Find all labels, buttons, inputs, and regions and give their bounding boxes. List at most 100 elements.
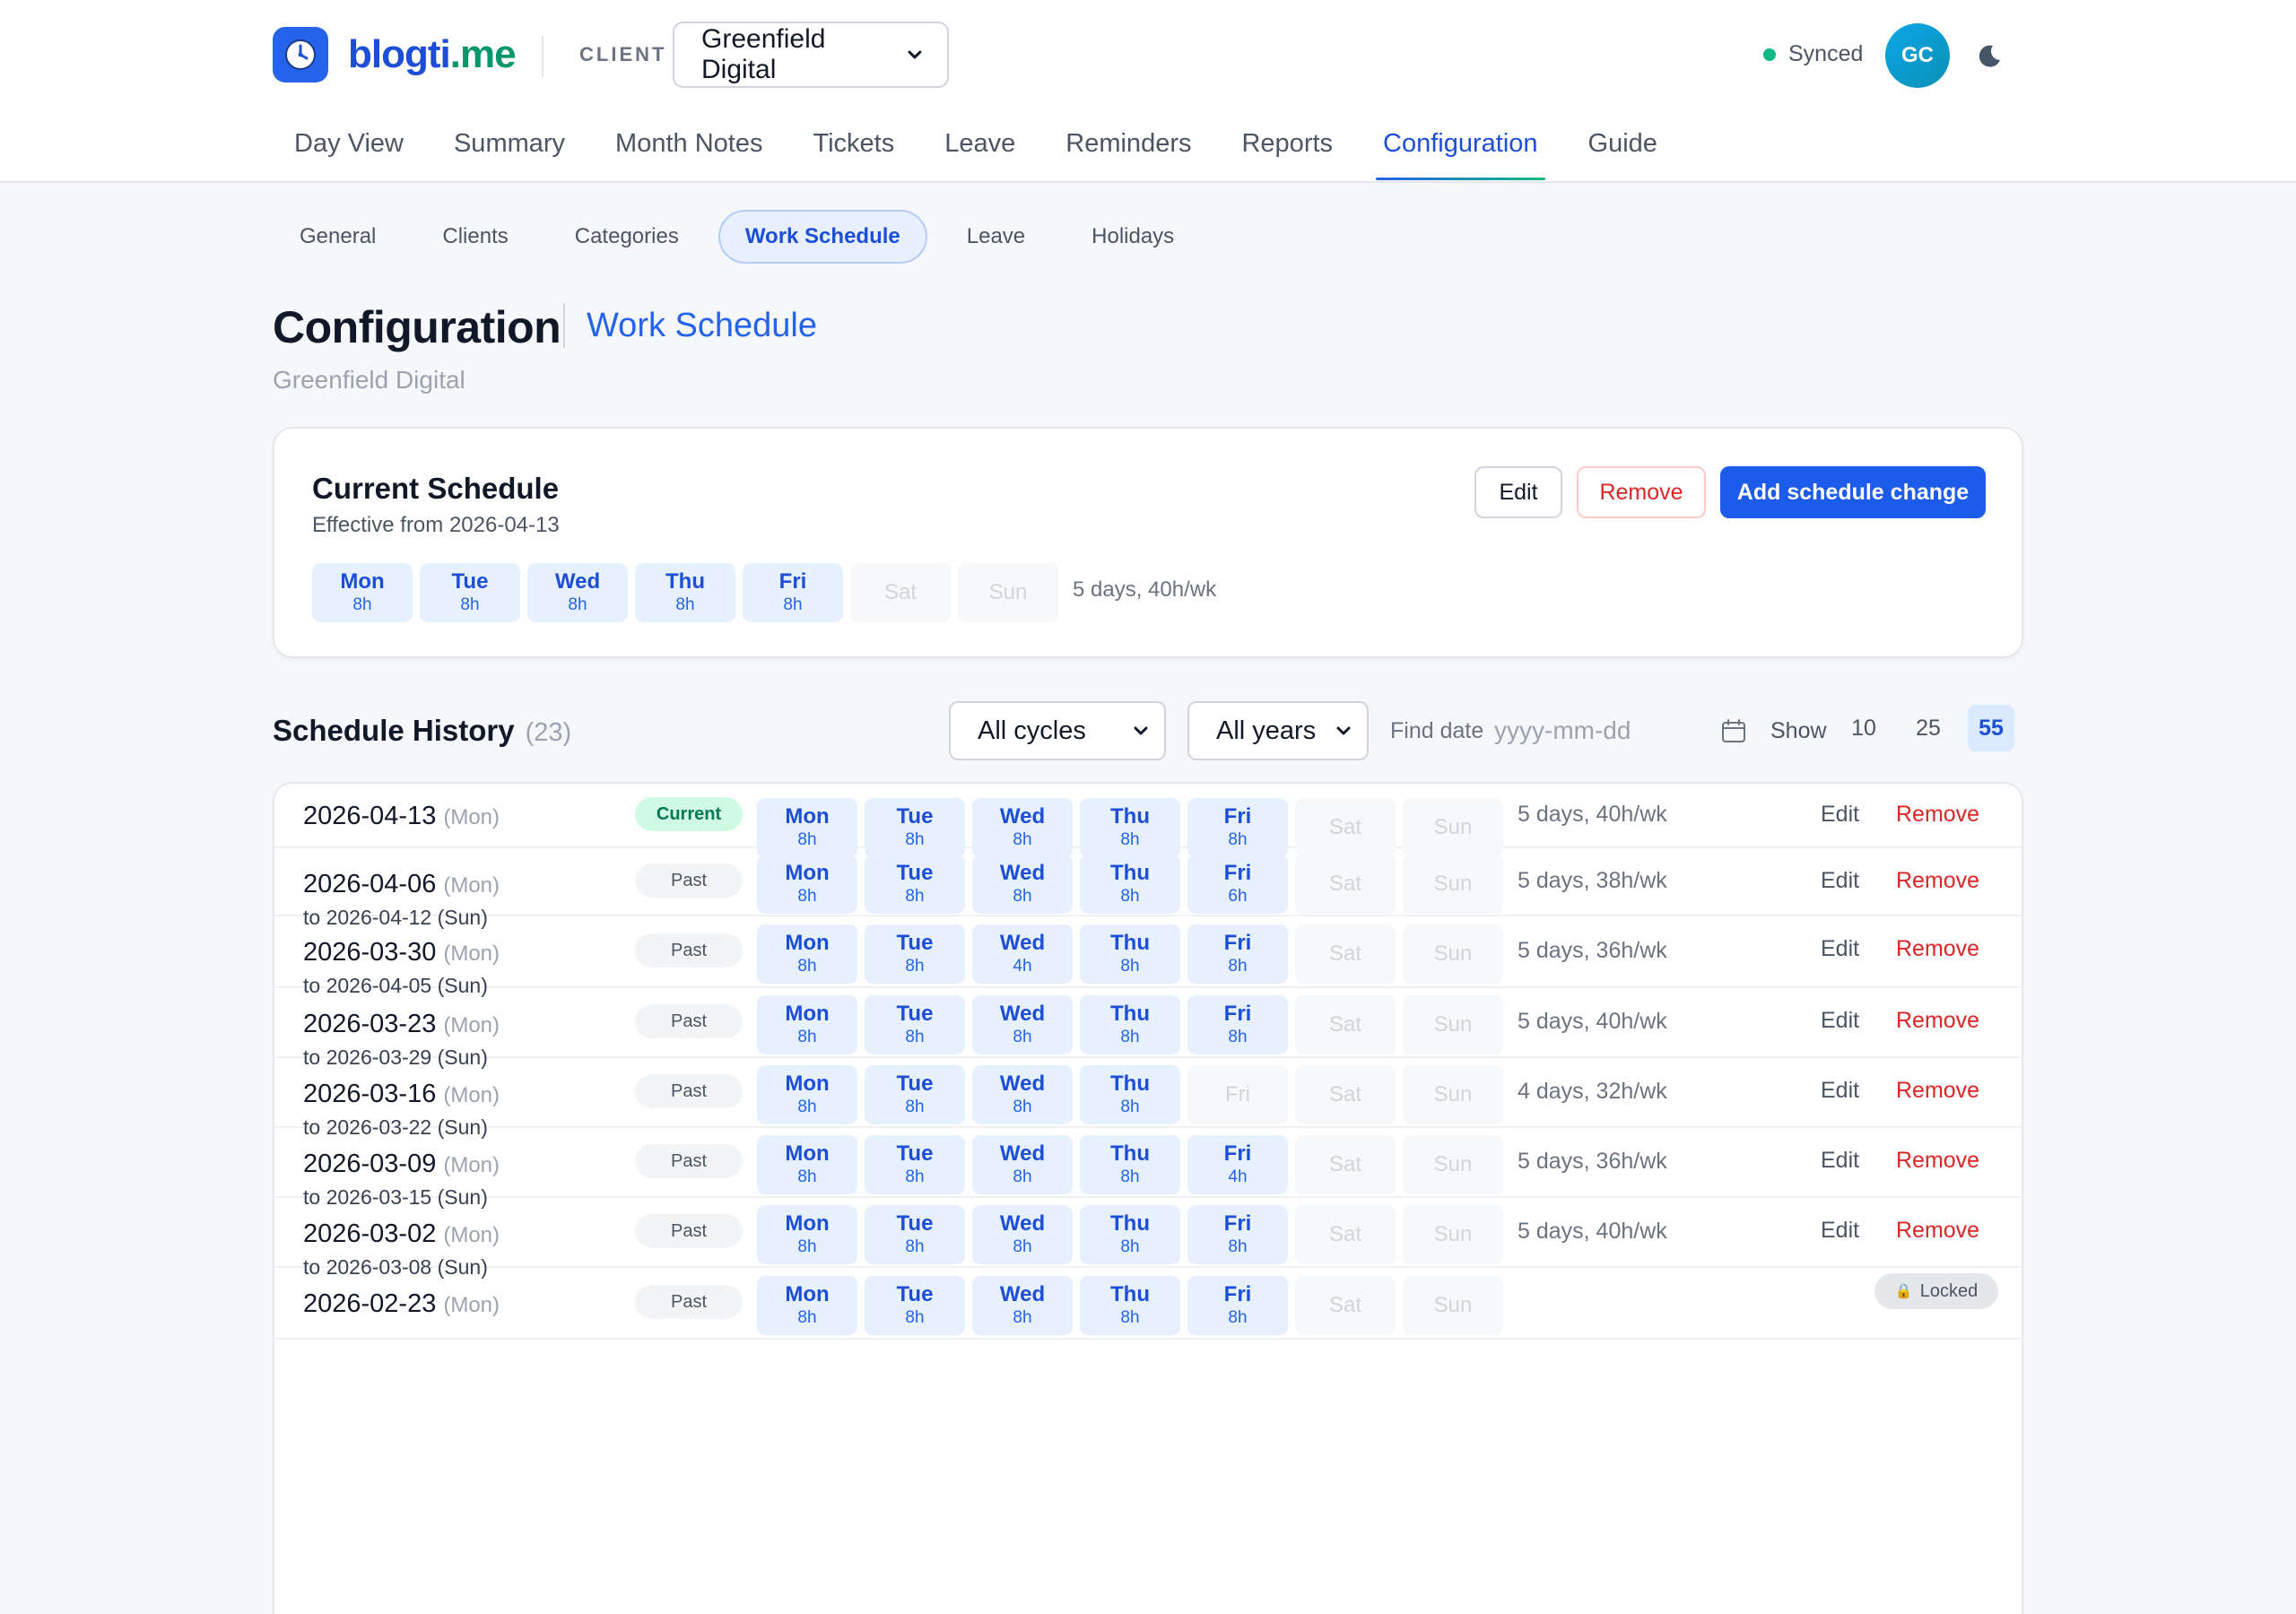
tab-work-schedule[interactable]: Work Schedule	[718, 210, 927, 264]
brand[interactable]: blogti.me	[273, 27, 517, 82]
row-remove-button[interactable]: Remove	[1896, 1078, 1979, 1104]
brand-name-part2: .me	[449, 32, 517, 76]
row-remove-button[interactable]: Remove	[1896, 1148, 1979, 1174]
nav-leave[interactable]: Leave	[923, 120, 1037, 178]
row-days: Mon 8h Tue 8h Wed 8h Thu 8h Fri 6h Sat Sun	[757, 855, 1510, 914]
day-hours: 8h	[797, 1308, 817, 1327]
row-summary: 4 days, 32h/wk	[1518, 1079, 1667, 1104]
start-weekday: (Mon)	[443, 1223, 500, 1247]
day-chip-sun: Sun	[1403, 924, 1503, 984]
day-chip-wed: Wed 4h	[972, 924, 1073, 984]
day-name: Wed	[999, 1072, 1046, 1096]
day-chip-mon: Mon 8h	[312, 563, 413, 622]
tab-clients[interactable]: Clients	[415, 210, 535, 264]
client-select[interactable]: Greenfield Digital	[673, 22, 949, 88]
row-edit-button[interactable]: Edit	[1821, 802, 1859, 828]
calendar-icon[interactable]	[1720, 717, 1747, 744]
day-hours: 8h	[1013, 1237, 1032, 1256]
nav-month-notes[interactable]: Month Notes	[594, 120, 784, 178]
cycles-select[interactable]: All cycles	[949, 701, 1166, 760]
day-name: Wed	[999, 1002, 1046, 1026]
day-hours: 8h	[1228, 1308, 1248, 1327]
day-name: Tue	[896, 1072, 934, 1096]
page-subtitle: Work Schedule	[587, 307, 817, 344]
app-header: blogti.me CLIENT Greenfield Digital Sync…	[0, 0, 2296, 183]
day-name: Tue	[896, 1002, 934, 1026]
status-badge: Past	[635, 1214, 743, 1248]
find-date-input[interactable]: yyyy-mm-dd	[1494, 716, 1631, 745]
row-remove-button[interactable]: Remove	[1896, 1218, 1979, 1244]
day-name: Wed	[999, 861, 1046, 885]
day-chip-thu: Thu 8h	[635, 563, 735, 622]
nav-day-view[interactable]: Day View	[273, 120, 425, 178]
edit-schedule-button[interactable]: Edit	[1474, 466, 1562, 518]
nav-reminders[interactable]: Reminders	[1044, 120, 1213, 178]
tab-leave[interactable]: Leave	[940, 210, 1052, 264]
day-hours: 8h	[797, 1237, 817, 1256]
day-hours: 6h	[1228, 887, 1248, 906]
day-chip-sat: Sat	[1295, 1205, 1396, 1264]
row-edit-button[interactable]: Edit	[1821, 868, 1859, 894]
nav-reports[interactable]: Reports	[1220, 120, 1354, 178]
moon-icon[interactable]	[1975, 41, 2004, 70]
add-schedule-change-button[interactable]: Add schedule change	[1720, 466, 1986, 518]
row-remove-button[interactable]: Remove	[1896, 1008, 1979, 1034]
nav-tickets[interactable]: Tickets	[791, 120, 916, 178]
day-name: Tue	[896, 804, 934, 829]
day-name: Mon	[785, 1282, 830, 1306]
day-chip-mon: Mon 8h	[757, 1205, 857, 1264]
row-remove-button[interactable]: Remove	[1896, 936, 1979, 962]
day-chip-tue: Tue 8h	[865, 1205, 965, 1264]
day-name: Thu	[1110, 1002, 1150, 1026]
page-size-25[interactable]: 25	[1905, 705, 1952, 751]
row-summary: 5 days, 36h/wk	[1518, 938, 1667, 963]
day-chip-wed: Wed 8h	[972, 1205, 1073, 1264]
row-edit-button[interactable]: Edit	[1821, 1008, 1859, 1034]
day-hours: 8h	[460, 595, 480, 614]
day-chip-fri: Fri 8h	[1187, 1276, 1288, 1335]
client-select-value: Greenfield Digital	[701, 24, 826, 84]
row-summary: 5 days, 38h/wk	[1518, 868, 1667, 893]
day-name: Mon	[785, 1141, 830, 1166]
day-chip-thu: Thu 8h	[1080, 924, 1180, 984]
day-chip-thu: Thu 8h	[1080, 1205, 1180, 1264]
day-name: Sat	[1328, 1152, 1362, 1176]
sync-dot-icon	[1763, 48, 1776, 61]
years-select[interactable]: All years	[1187, 701, 1369, 760]
row-edit-button[interactable]: Edit	[1821, 936, 1859, 962]
remove-schedule-button[interactable]: Remove	[1577, 466, 1706, 518]
row-edit-button[interactable]: Edit	[1821, 1148, 1859, 1174]
day-chip-wed: Wed 8h	[972, 1135, 1073, 1194]
row-remove-button[interactable]: Remove	[1896, 802, 1979, 828]
table-row: 2026-03-09 (Mon) to 2026-03-15 (Sun) Past Mo…	[274, 1128, 2022, 1209]
lock-icon: 🔒	[1894, 1284, 1913, 1299]
page-size-55[interactable]: 55	[1968, 705, 2014, 751]
table-row: 2026-03-02 (Mon) to 2026-03-08 (Sun) Past Mo…	[274, 1198, 2022, 1279]
tab-holidays[interactable]: Holidays	[1065, 210, 1201, 264]
day-name: Mon	[785, 1211, 830, 1236]
row-remove-button[interactable]: Remove	[1896, 868, 1979, 894]
row-start-date: 2026-03-02 (Mon)	[303, 1219, 500, 1249]
nav-guide[interactable]: Guide	[1567, 120, 1679, 178]
page-size-10[interactable]: 10	[1840, 705, 1887, 751]
row-edit-button[interactable]: Edit	[1821, 1218, 1859, 1244]
day-hours: 8h	[1228, 1237, 1248, 1256]
day-name: Mon	[785, 931, 830, 955]
day-chip-sat: Sat	[1295, 1135, 1396, 1194]
avatar[interactable]: GC	[1885, 23, 1950, 88]
nav-summary[interactable]: Summary	[432, 120, 587, 178]
day-hours: 8h	[797, 1028, 817, 1046]
locked-badge: 🔒 Locked	[1874, 1273, 1998, 1309]
start-weekday: (Mon)	[443, 1293, 500, 1317]
day-name: Thu	[1110, 804, 1150, 829]
tab-categories[interactable]: Categories	[548, 210, 706, 264]
nav-configuration[interactable]: Configuration	[1361, 120, 1560, 180]
day-hours: 8h	[1013, 1167, 1032, 1186]
row-summary: 5 days, 40h/wk	[1518, 802, 1667, 827]
day-chip-sat: Sat	[1295, 1065, 1396, 1124]
tab-general[interactable]: General	[273, 210, 403, 264]
day-name: Wed	[999, 1211, 1046, 1236]
row-edit-button[interactable]: Edit	[1821, 1078, 1859, 1104]
day-hours: 8h	[905, 1308, 925, 1327]
day-chip-wed: Wed 8h	[972, 1065, 1073, 1124]
